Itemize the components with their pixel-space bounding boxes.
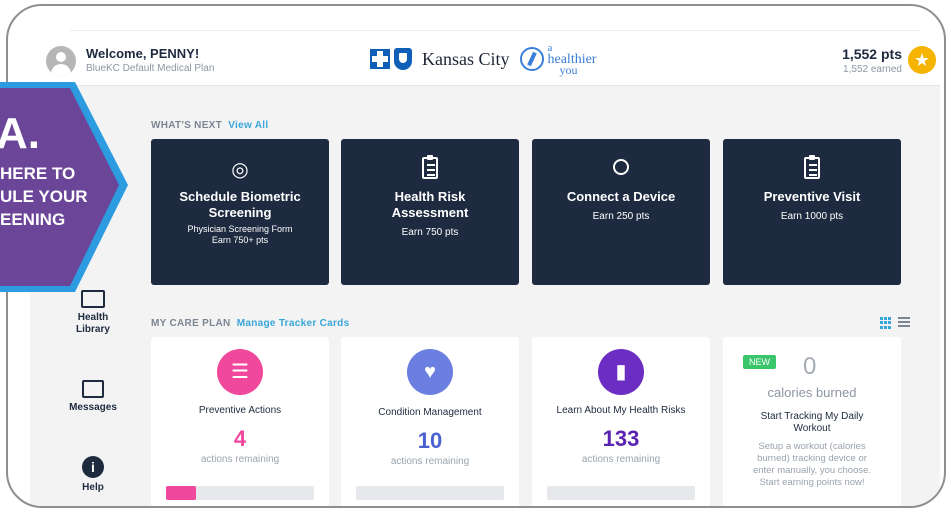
- progress-fill: [166, 486, 196, 500]
- tagline: a healthier you: [548, 42, 597, 77]
- list-view-icon[interactable]: [898, 317, 910, 329]
- calories-value: 0: [803, 353, 817, 380]
- fingerprint-icon: ◎: [231, 159, 249, 181]
- brand-name: Kansas City: [422, 48, 510, 69]
- callout-line-3: EENING: [0, 210, 66, 229]
- device-frame: Welcome, PENNY! BlueKC Default Medical P…: [6, 4, 946, 508]
- care-card-remaining: actions remaining: [200, 454, 280, 465]
- plan-name: BlueKC Default Medical Plan: [86, 63, 215, 74]
- card-title: Preventive Visit: [763, 189, 861, 204]
- sidebar-item-help[interactable]: i Help: [60, 456, 126, 494]
- progress-bar: [166, 486, 314, 500]
- card-points: Earn 750 pts: [401, 227, 459, 238]
- care-card-count: 133: [602, 426, 640, 451]
- card-title: Connect a Device: [566, 189, 676, 204]
- new-badge: NEW: [743, 355, 776, 369]
- star-icon[interactable]: ★: [908, 46, 936, 74]
- card-points: Earn 250 pts: [592, 211, 650, 222]
- sidebar-item-messages[interactable]: Messages: [60, 380, 126, 414]
- divider: [70, 30, 920, 31]
- calories-label: calories burned: [767, 385, 857, 400]
- workout-title: Start Tracking My Daily Workout: [760, 411, 864, 434]
- care-card-title: Condition Management: [378, 407, 482, 418]
- inbox-icon: [60, 380, 126, 398]
- care-plan-header: MY CARE PLAN Manage Tracker Cards: [151, 318, 349, 329]
- care-card-title: Preventive Actions: [198, 405, 282, 416]
- clipboard-icon: [341, 155, 519, 181]
- blue-shield-icon: [394, 48, 412, 70]
- whats-next-header: WHAT'S NEXT View All: [151, 120, 268, 131]
- care-card-preventive-actions[interactable]: ☰ Preventive Actions 4 actions remaining: [151, 337, 329, 506]
- instruction-callout: A. HERE TO ULE YOUR EENING: [0, 82, 138, 302]
- points-summary[interactable]: 1,552 pts 1,552 earned: [842, 46, 902, 75]
- care-card-remaining: actions remaining: [390, 456, 470, 467]
- progress-bar: [547, 486, 695, 500]
- progress-bar: [356, 486, 504, 500]
- clipboard-icon: ☰: [217, 349, 263, 395]
- card-connect-device[interactable]: Connect a Device Earn 250 pts: [532, 139, 710, 285]
- card-points: Earn 750+ pts: [211, 235, 269, 245]
- care-card-daily-workout[interactable]: NEW 0 calories burned Start Tracking My …: [723, 337, 901, 506]
- brand-logo[interactable]: Kansas City a healthier you: [370, 42, 597, 77]
- points-earned: 1,552 earned: [843, 64, 902, 75]
- watch-icon: [532, 157, 710, 181]
- card-health-risk-assessment[interactable]: Health Risk Assessment Earn 750 pts: [341, 139, 519, 285]
- book-icon: ▮: [598, 349, 644, 395]
- info-icon: i: [60, 456, 126, 478]
- care-card-health-risks[interactable]: ▮ Learn About My Health Risks 133 action…: [532, 337, 710, 506]
- avatar[interactable]: [46, 46, 76, 76]
- card-preventive-visit[interactable]: Preventive Visit Earn 1000 pts: [723, 139, 901, 285]
- blue-cross-icon: [370, 49, 390, 69]
- care-card-remaining: actions remaining: [581, 454, 661, 465]
- view-all-link[interactable]: View All: [228, 120, 268, 131]
- care-card-condition-management[interactable]: ♥ Condition Management 10 actions remain…: [341, 337, 519, 506]
- points-total: 1,552 pts: [842, 46, 902, 62]
- clipboard-icon: [723, 155, 901, 181]
- grid-view-icon[interactable]: [880, 317, 892, 329]
- card-schedule-biometric[interactable]: ◎ Schedule Biometric Screening Physician…: [151, 139, 329, 285]
- whats-next-label: WHAT'S NEXT: [151, 120, 223, 131]
- card-points: Earn 1000 pts: [780, 211, 844, 222]
- heart-hands-icon: ♥: [407, 349, 453, 395]
- card-subtitle: Physician Screening Form: [187, 224, 293, 234]
- app-screen: Welcome, PENNY! BlueKC Default Medical P…: [30, 16, 940, 506]
- care-card-count: 10: [417, 428, 443, 453]
- callout-line-2: ULE YOUR: [0, 187, 88, 206]
- card-title: Health Risk Assessment: [391, 189, 469, 220]
- workout-description: Setup a workout (calories burned) tracki…: [752, 441, 872, 488]
- welcome-text: Welcome, PENNY!: [86, 46, 200, 61]
- care-plan-label: MY CARE PLAN: [151, 318, 231, 329]
- card-title: Schedule Biometric Screening: [179, 189, 301, 220]
- runner-icon: [519, 47, 544, 71]
- callout-line-1: HERE TO: [0, 164, 76, 183]
- care-card-count: 4: [233, 426, 247, 451]
- care-card-title: Learn About My Health Risks: [556, 405, 686, 416]
- top-bar: Welcome, PENNY! BlueKC Default Medical P…: [30, 16, 940, 86]
- manage-tracker-link[interactable]: Manage Tracker Cards: [237, 318, 350, 329]
- tagline-you: you: [559, 62, 578, 77]
- callout-letter: A.: [0, 109, 40, 158]
